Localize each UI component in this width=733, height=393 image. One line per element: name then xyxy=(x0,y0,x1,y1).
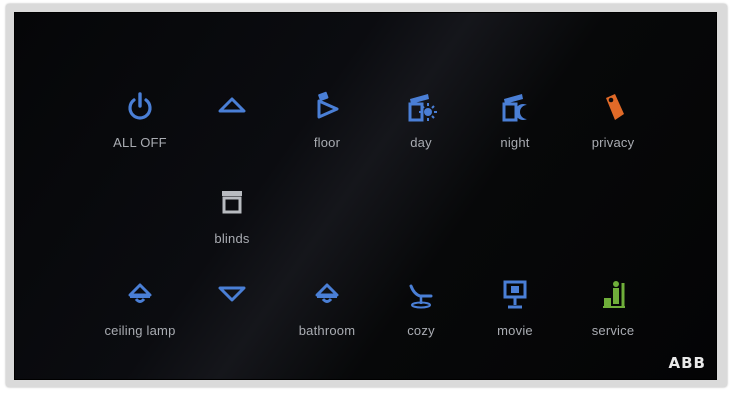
bathroom-button[interactable]: bathroom xyxy=(282,277,372,357)
control-panel: ALL OFF floor day night privacy blinds c… xyxy=(14,12,717,380)
cozy-button[interactable]: cozy xyxy=(376,277,466,357)
bathroom-label: bathroom xyxy=(298,323,356,338)
night-scene-icon xyxy=(497,89,533,125)
lounge-chair-icon xyxy=(403,277,439,313)
floor-button[interactable]: floor xyxy=(282,89,372,169)
privacy-label: privacy xyxy=(591,135,635,150)
day-button[interactable]: day xyxy=(376,89,466,169)
all-off-button[interactable]: ALL OFF xyxy=(95,89,185,169)
abb-logo: ABB xyxy=(668,354,706,372)
triangle-up-icon xyxy=(214,89,250,125)
cleaning-service-icon xyxy=(595,277,631,313)
power-icon xyxy=(122,89,158,125)
service-button[interactable]: service xyxy=(568,277,658,357)
day-label: day xyxy=(410,135,432,150)
triangle-down-icon xyxy=(214,277,250,313)
bathroom-lamp-icon xyxy=(309,277,345,313)
service-label: service xyxy=(591,323,635,338)
blinds-icon xyxy=(214,185,250,221)
privacy-tag-icon xyxy=(595,89,631,125)
blinds-up-button[interactable] xyxy=(187,89,277,169)
floor-label: floor xyxy=(313,135,341,150)
ceiling-lamp-label: ceiling lamp xyxy=(104,323,176,338)
privacy-button[interactable]: privacy xyxy=(568,89,658,169)
cozy-label: cozy xyxy=(407,323,435,338)
day-scene-icon xyxy=(403,89,439,125)
night-button[interactable]: night xyxy=(470,89,560,169)
ceiling-lamp-button[interactable]: ceiling lamp xyxy=(95,277,185,357)
all-off-label: ALL OFF xyxy=(113,135,167,150)
blinds-button[interactable]: blinds xyxy=(187,185,277,265)
movie-screen-icon xyxy=(497,277,533,313)
movie-button[interactable]: movie xyxy=(470,277,560,357)
blinds-down-button[interactable] xyxy=(187,277,277,357)
floor-lamp-icon xyxy=(309,89,345,125)
ceiling-lamp-icon xyxy=(122,277,158,313)
blinds-label: blinds xyxy=(214,231,250,246)
movie-label: movie xyxy=(497,323,533,338)
night-label: night xyxy=(500,135,530,150)
